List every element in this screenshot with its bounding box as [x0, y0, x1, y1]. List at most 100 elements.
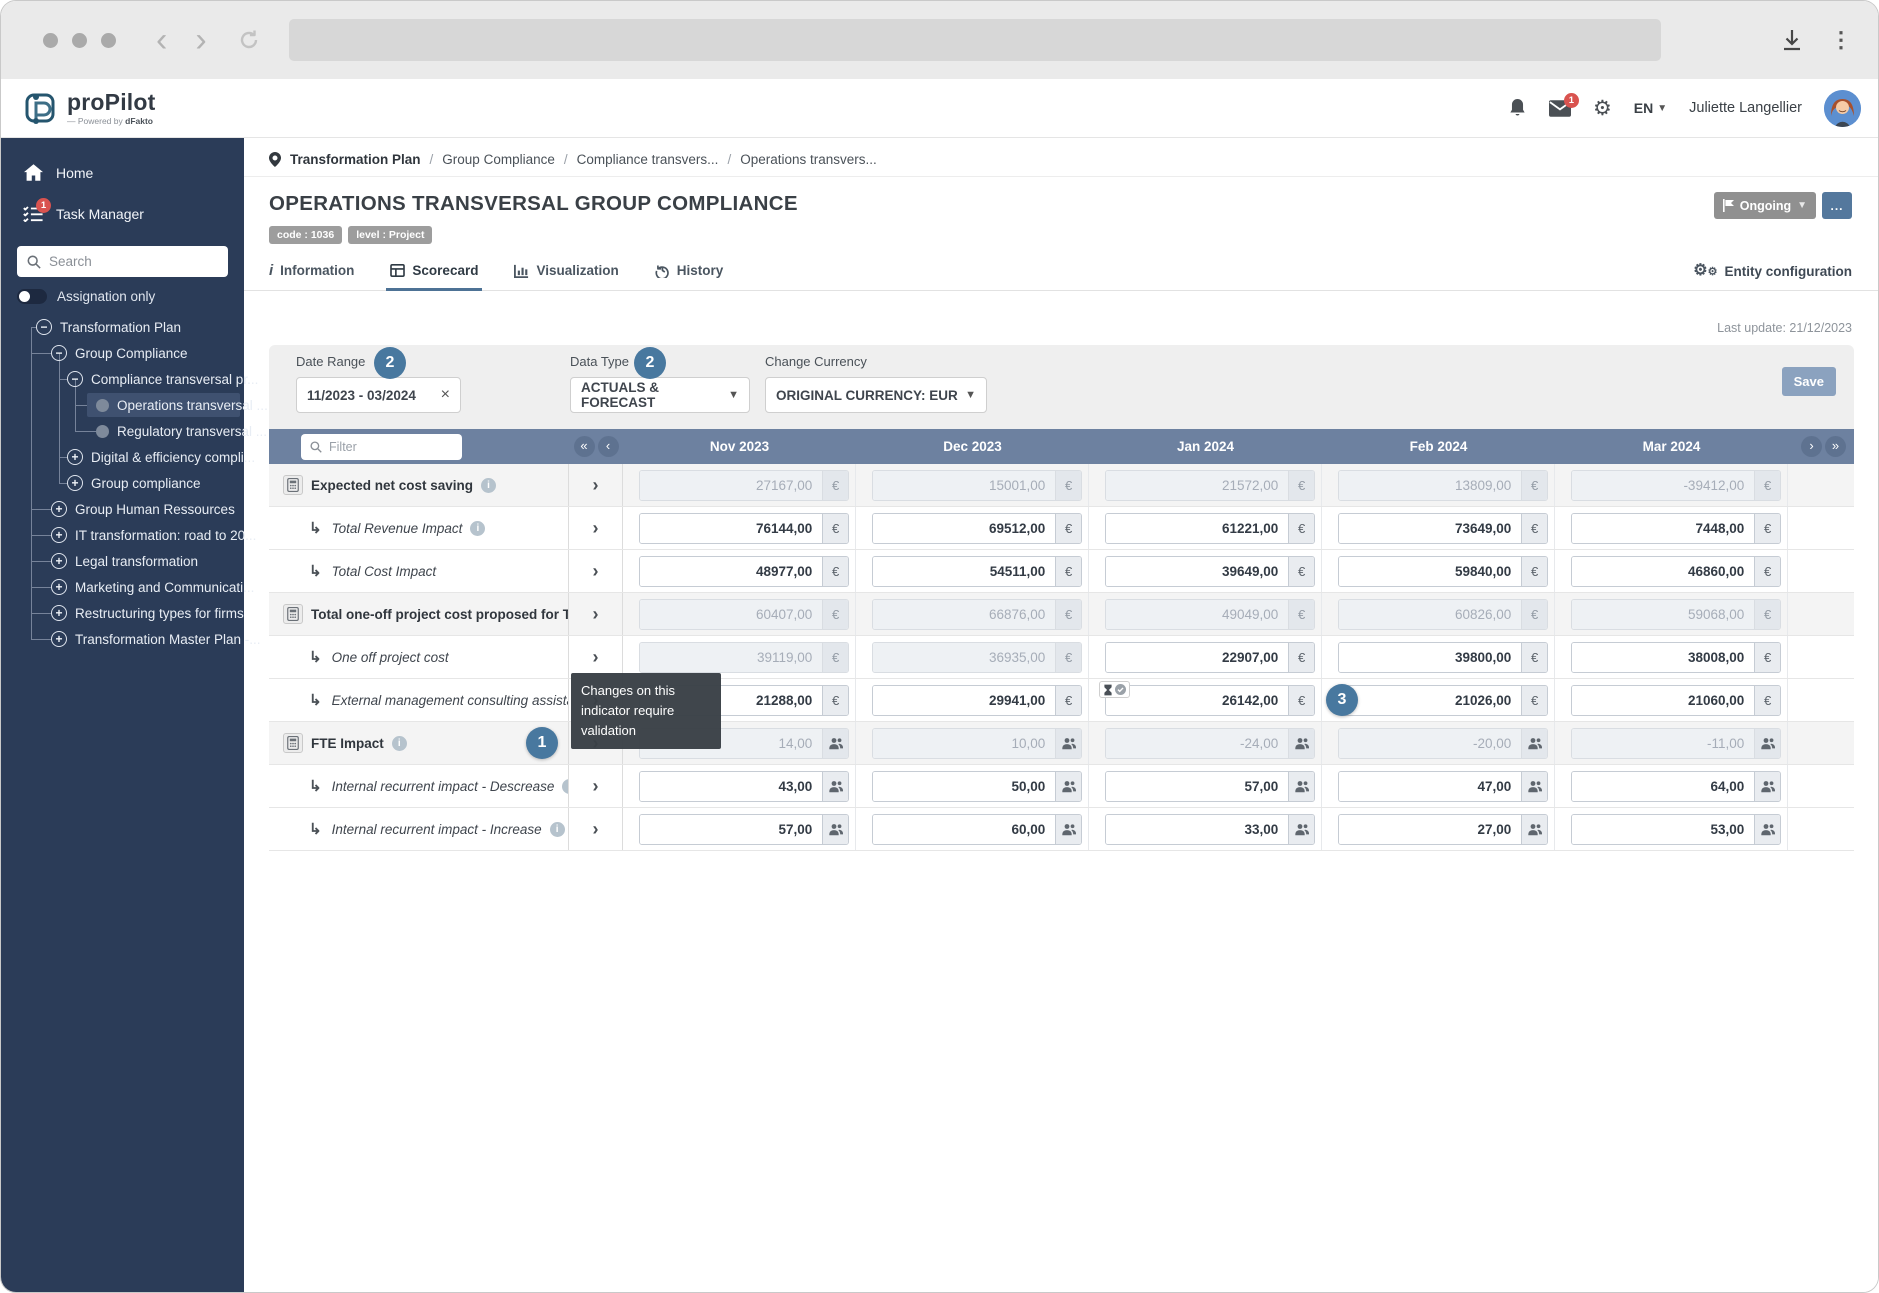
pagination-next-icon[interactable]: › [1801, 436, 1822, 457]
info-icon[interactable]: i [470, 521, 485, 536]
value-input[interactable]: 39649,00€ [1105, 556, 1315, 587]
value-input[interactable]: 54511,00€ [872, 556, 1082, 587]
value-input[interactable]: 46860,00€ [1571, 556, 1781, 587]
tree-item-transformation-master-plan[interactable]: +Transformation Master Plan -... [1, 626, 244, 652]
breadcrumb-item[interactable]: Operations transvers... [740, 152, 877, 167]
sidebar-item-task-manager[interactable]: 1Task Manager [1, 193, 244, 234]
more-actions-button[interactable]: ... [1822, 192, 1852, 219]
value-input[interactable]: 64,00 [1571, 771, 1781, 802]
browser-refresh-icon[interactable] [237, 28, 261, 52]
expand-icon[interactable]: + [51, 553, 67, 569]
tab-visualization[interactable]: Visualization [514, 262, 618, 290]
tree-item-it-transformation-road-to-20[interactable]: +IT transformation: road to 20... [1, 522, 244, 548]
address-bar[interactable] [289, 19, 1661, 61]
tree-item-group-compliance[interactable]: −Group Compliance [1, 340, 244, 366]
expand-row-button[interactable]: › [569, 765, 623, 807]
breadcrumb-item[interactable]: Group Compliance [442, 152, 555, 167]
tab-history[interactable]: History [655, 262, 724, 290]
assignation-toggle[interactable] [17, 289, 47, 304]
expand-row-button[interactable]: › [569, 636, 623, 678]
user-name[interactable]: Juliette Langellier [1689, 100, 1802, 116]
expand-icon[interactable]: + [51, 527, 67, 543]
browser-back-icon[interactable]: ‹ [156, 23, 167, 57]
info-icon[interactable]: i [392, 736, 407, 751]
messages-icon[interactable]: 1 [1549, 100, 1571, 117]
info-icon[interactable]: i [481, 478, 496, 493]
collapse-icon[interactable]: − [36, 319, 52, 335]
data-type-select[interactable]: ACTUALS & FORECAST ▼ [570, 377, 750, 413]
value-input[interactable]: 48977,00€ [639, 556, 849, 587]
value-input[interactable]: 61221,00€ [1105, 513, 1315, 544]
tree-item-legal-transformation[interactable]: +Legal transformation [1, 548, 244, 574]
brand-logo[interactable]: proPilot — Powered by dFakto [23, 89, 155, 127]
browser-menu-icon[interactable]: ⋮ [1830, 27, 1852, 53]
tree-item-regulatory-transversal[interactable]: Regulatory transversal ... [1, 418, 244, 444]
expand-icon[interactable]: + [67, 475, 83, 491]
entity-configuration-button[interactable]: ⚙⚙ Entity configuration [1693, 263, 1852, 290]
tree-item-group-human-ressources[interactable]: +Group Human Ressources [1, 496, 244, 522]
value-input[interactable]: 26142,00€ [1105, 685, 1315, 716]
expand-row-button[interactable]: › [569, 507, 623, 549]
value-input[interactable]: 7448,00€ [1571, 513, 1781, 544]
date-range-input[interactable]: 11/2023 - 03/2024 × [296, 377, 461, 413]
table-filter-input[interactable]: Filter [301, 434, 462, 460]
tree-item-digital-efficiency-compli[interactable]: +Digital & efficiency compli... [1, 444, 244, 470]
settings-gear-icon[interactable]: ⚙ [1593, 96, 1612, 121]
expand-row-button[interactable]: › [569, 593, 623, 635]
avatar[interactable] [1824, 90, 1861, 127]
pagination-first-icon[interactable]: « [574, 436, 595, 457]
browser-forward-icon[interactable]: › [195, 23, 206, 57]
tree-item-marketing-and-communicati[interactable]: +Marketing and Communicati... [1, 574, 244, 600]
pagination-prev-icon[interactable]: ‹ [598, 436, 619, 457]
expand-icon[interactable]: + [51, 605, 67, 621]
value-input[interactable]: 39800,00€ [1338, 642, 1548, 673]
info-icon[interactable]: i [562, 779, 569, 794]
value-input[interactable]: 73649,00€ [1338, 513, 1548, 544]
save-button[interactable]: Save [1782, 367, 1836, 396]
value-input[interactable]: 33,00 [1105, 814, 1315, 845]
tree-item-compliance-transversal-pr[interactable]: −Compliance transversal pr... [1, 366, 244, 392]
expand-row-button[interactable]: › [569, 550, 623, 592]
expand-icon[interactable]: + [51, 501, 67, 517]
value-input[interactable]: 21060,00€ [1571, 685, 1781, 716]
tree-item-restructuring-types-for-firms[interactable]: +Restructuring types for firms [1, 600, 244, 626]
window-controls[interactable] [43, 33, 116, 48]
tab-scorecard[interactable]: Scorecard [390, 262, 478, 290]
pagination-last-icon[interactable]: » [1825, 436, 1846, 457]
value-input[interactable]: 43,00 [639, 771, 849, 802]
expand-row-button[interactable]: › [569, 808, 623, 850]
value-input[interactable]: 59840,00€ [1338, 556, 1548, 587]
clear-icon[interactable]: × [441, 386, 450, 404]
expand-icon[interactable]: + [51, 631, 67, 647]
collapse-icon[interactable]: − [67, 371, 83, 387]
value-input[interactable]: 76144,00€ [639, 513, 849, 544]
value-input[interactable]: 21026,00€ [1338, 685, 1548, 716]
breadcrumb-item[interactable]: Compliance transvers... [577, 152, 719, 167]
value-input[interactable]: 50,00 [872, 771, 1082, 802]
expand-icon[interactable]: + [67, 449, 83, 465]
expand-row-button[interactable]: › [569, 464, 623, 506]
notifications-bell-icon[interactable] [1508, 98, 1527, 119]
status-ongoing-button[interactable]: Ongoing ▼ [1714, 192, 1816, 219]
value-input[interactable]: 53,00 [1571, 814, 1781, 845]
breadcrumb-item[interactable]: Transformation Plan [290, 152, 421, 167]
tree-item-transformation-plan[interactable]: −Transformation Plan [1, 314, 244, 340]
value-input[interactable]: 38008,00€ [1571, 642, 1781, 673]
value-input[interactable]: 29941,00€ [872, 685, 1082, 716]
value-input[interactable]: 47,00 [1338, 771, 1548, 802]
collapse-icon[interactable]: − [51, 345, 67, 361]
value-input[interactable]: 22907,00€ [1105, 642, 1315, 673]
value-input[interactable]: 27,00 [1338, 814, 1548, 845]
language-selector[interactable]: EN▼ [1634, 100, 1667, 116]
sidebar-item-home[interactable]: Home [1, 152, 244, 193]
tab-information[interactable]: iInformation [269, 262, 354, 290]
currency-select[interactable]: ORIGINAL CURRENCY: EUR ▼ [765, 377, 987, 413]
value-input[interactable]: 57,00 [639, 814, 849, 845]
value-input[interactable]: 60,00 [872, 814, 1082, 845]
search-input[interactable]: Search [17, 246, 228, 277]
info-icon[interactable]: i [550, 822, 565, 837]
tree-item-group-compliance[interactable]: +Group compliance [1, 470, 244, 496]
value-input[interactable]: 57,00 [1105, 771, 1315, 802]
value-input[interactable]: 69512,00€ [872, 513, 1082, 544]
download-icon[interactable] [1782, 29, 1802, 51]
